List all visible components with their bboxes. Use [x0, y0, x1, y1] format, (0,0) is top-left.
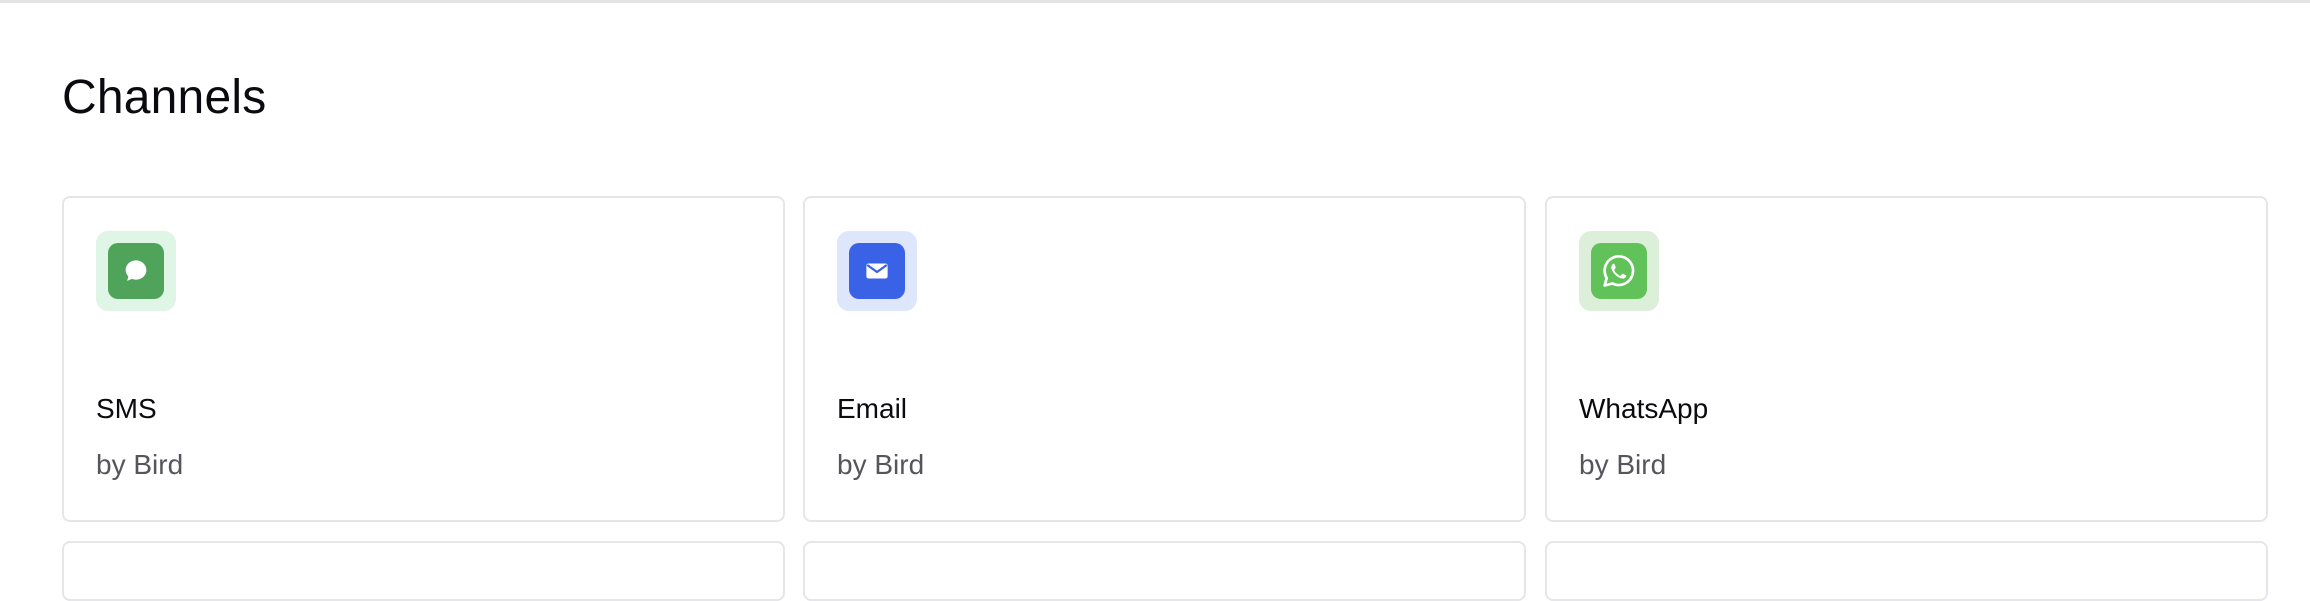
- channel-vendor: by Bird: [96, 449, 184, 480]
- channel-name: WhatsApp: [1579, 393, 1709, 424]
- sms-chat-bubble-icon: [108, 243, 164, 299]
- channel-card-partial[interactable]: [803, 541, 1526, 601]
- channel-name: SMS: [96, 393, 157, 424]
- channel-icon-container: [837, 231, 917, 311]
- channel-card-email[interactable]: Email by Bird: [803, 196, 1526, 522]
- channel-card-whatsapp[interactable]: WhatsApp by Bird: [1545, 196, 2268, 522]
- channel-icon-container: [96, 231, 176, 311]
- channel-vendor: by Bird: [1579, 449, 1667, 480]
- section-title: Channels: [62, 71, 267, 124]
- channel-card-partial[interactable]: [62, 541, 785, 601]
- email-envelope-icon: [849, 243, 905, 299]
- channel-icon-container: [1579, 231, 1659, 311]
- whatsapp-icon: [1591, 243, 1647, 299]
- channel-vendor: by Bird: [837, 449, 925, 480]
- channel-card-partial[interactable]: [1545, 541, 2268, 601]
- top-divider: [0, 0, 2310, 3]
- channel-card-sms[interactable]: SMS by Bird: [62, 196, 785, 522]
- channel-name: Email: [837, 393, 908, 424]
